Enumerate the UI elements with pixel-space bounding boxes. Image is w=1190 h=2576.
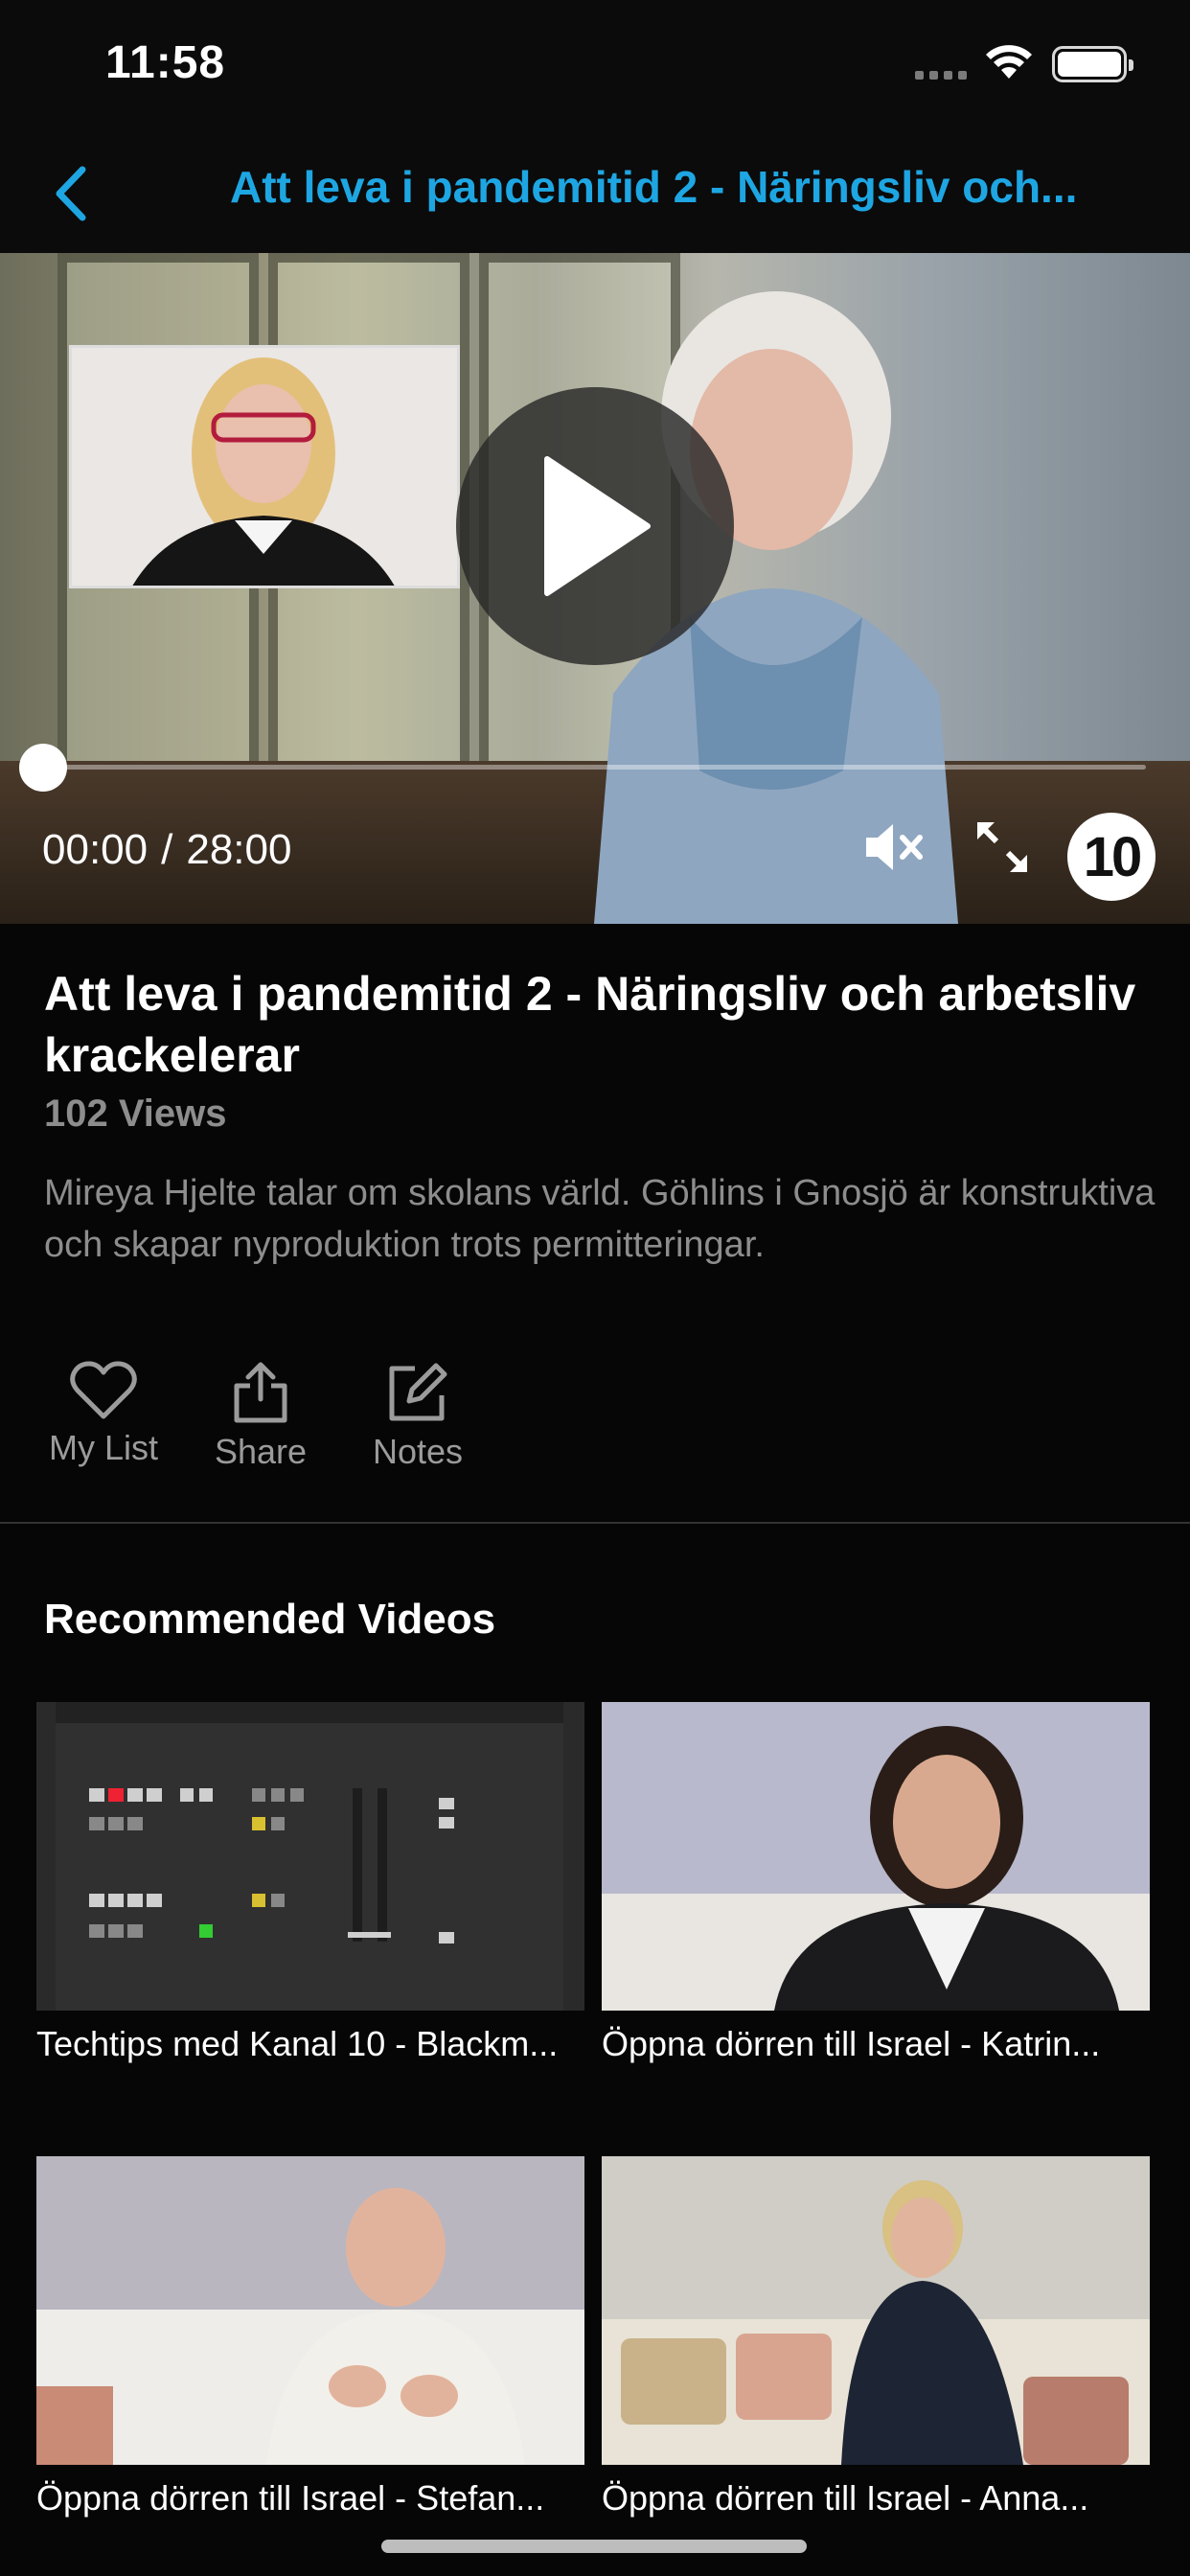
back-button[interactable] — [31, 155, 107, 232]
play-button[interactable] — [456, 387, 734, 665]
action-bar: My List Share Notes — [44, 1361, 477, 1472]
section-divider — [0, 1522, 1190, 1524]
pip-video — [69, 345, 460, 588]
recommended-video-card[interactable]: Öppna dörren till Israel - Stefan... — [36, 2156, 584, 2518]
share-button[interactable]: Share — [201, 1361, 320, 1472]
recommended-video-title: Öppna dörren till Israel - Stefan... — [36, 2478, 545, 2518]
progress-track[interactable] — [42, 765, 1146, 770]
notes-label: Notes — [372, 1432, 464, 1471]
recommended-video-title: Öppna dörren till Israel - Anna... — [602, 2478, 1089, 2518]
nav-bar: Att leva i pandemitid 2 - Näringsliv och… — [0, 134, 1190, 253]
nav-title: Att leva i pandemitid 2 - Näringsliv och… — [230, 162, 1078, 212]
play-icon — [544, 456, 651, 596]
duration: 28:00 — [186, 826, 292, 873]
battery-icon — [1052, 46, 1133, 82]
recommended-video-card[interactable]: Techtips med Kanal 10 - Blackm... — [36, 1702, 584, 2064]
share-label: Share — [214, 1432, 308, 1471]
video-description: Mireya Hjelte talar om skolans värld. Gö… — [44, 1173, 1156, 1265]
fullscreen-icon — [977, 822, 1027, 872]
recommended-heading: Recommended Videos — [44, 1596, 496, 1643]
mute-icon — [866, 824, 923, 870]
video-thumbnail — [36, 1702, 584, 2011]
video-thumbnail — [602, 2156, 1150, 2465]
time-separator: / — [161, 826, 173, 873]
heart-icon — [70, 1361, 137, 1419]
recommended-video-card[interactable]: Öppna dörren till Israel - Katrin... — [602, 1702, 1150, 2064]
my-list-button[interactable]: My List — [44, 1361, 163, 1472]
channel-logo: 10 — [1067, 813, 1156, 901]
video-title: Att leva i pandemitid 2 - Näringsliv och… — [44, 967, 1136, 1082]
progress-scrubber[interactable] — [19, 744, 67, 792]
video-thumbnail — [36, 2156, 584, 2465]
status-bar: 11:58 — [0, 0, 1190, 134]
wifi-icon — [985, 44, 1033, 85]
view-count: 102 Views — [44, 1092, 227, 1135]
home-indicator[interactable] — [381, 2540, 807, 2553]
chevron-left-icon — [56, 166, 86, 221]
fullscreen-button[interactable] — [973, 818, 1031, 881]
current-time: 00:00 — [42, 826, 149, 873]
video-player[interactable]: 00:00 / 28:00 — [0, 253, 1190, 924]
notes-button[interactable]: Notes — [358, 1361, 477, 1472]
recommended-video-title: Techtips med Kanal 10 - Blackm... — [36, 2024, 559, 2063]
edit-icon — [389, 1363, 447, 1421]
recommended-video-card[interactable]: Öppna dörren till Israel - Anna... — [602, 2156, 1150, 2518]
status-time: 11:58 — [105, 37, 226, 88]
time-display: 00:00 / 28:00 — [42, 826, 291, 874]
share-icon — [234, 1362, 287, 1423]
cellular-signal-icon — [915, 71, 967, 80]
my-list-label: My List — [48, 1428, 158, 1467]
mute-button[interactable] — [862, 818, 924, 881]
video-thumbnail — [602, 1702, 1150, 2011]
recommended-video-title: Öppna dörren till Israel - Katrin... — [602, 2024, 1101, 2063]
